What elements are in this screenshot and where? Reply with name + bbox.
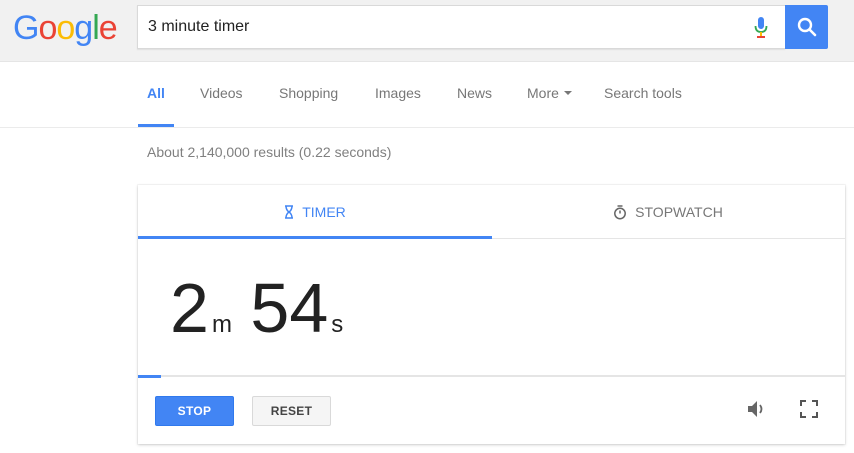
result-stats: About 2,140,000 results (0.22 seconds) xyxy=(147,144,392,160)
active-tab-indicator xyxy=(138,124,174,127)
tab-news[interactable]: News xyxy=(457,85,492,101)
timer-progress-track xyxy=(138,375,845,378)
tab-timer[interactable]: TIMER xyxy=(138,185,492,239)
search-box xyxy=(137,5,785,49)
logo-letter-e: e xyxy=(98,9,118,47)
tab-more-label: More xyxy=(527,85,559,101)
timer-seconds-unit: s xyxy=(331,311,344,338)
timer-card-tabs: TIMER STOPWATCH xyxy=(138,185,845,239)
tab-videos[interactable]: Videos xyxy=(200,85,243,101)
tab-images[interactable]: Images xyxy=(375,85,421,101)
search-button[interactable] xyxy=(785,5,828,49)
magnifier-icon xyxy=(797,17,817,37)
tab-more[interactable]: More xyxy=(527,85,572,101)
logo-letter-o2: o xyxy=(56,9,75,47)
logo-letter-g2: g xyxy=(74,9,93,47)
stop-button[interactable]: STOP xyxy=(155,396,234,426)
search-tools-button[interactable]: Search tools xyxy=(604,85,682,101)
timer-tab-indicator xyxy=(138,236,492,239)
timer-minutes: 2 xyxy=(170,269,209,347)
hourglass-icon xyxy=(285,205,294,219)
timer-display: 2m 54 s xyxy=(170,273,343,343)
search-nav: All Videos Shopping Images News More Sea… xyxy=(0,63,854,128)
speaker-icon[interactable] xyxy=(746,399,768,419)
google-logo[interactable]: Google xyxy=(13,9,118,47)
timer-progress-fill xyxy=(138,375,162,378)
reset-button[interactable]: RESET xyxy=(252,396,331,426)
timer-minutes-unit: m xyxy=(211,311,232,338)
logo-letter-o1: o xyxy=(38,9,57,47)
logo-letter-g: G xyxy=(13,9,39,47)
tab-stopwatch-label: STOPWATCH xyxy=(635,204,723,220)
tab-timer-label: TIMER xyxy=(302,204,346,220)
tab-shopping[interactable]: Shopping xyxy=(279,85,338,101)
timer-card: TIMER STOPWATCH 2m 54 s STOP RESET xyxy=(138,185,845,444)
caret-down-icon xyxy=(563,91,572,96)
search-input[interactable] xyxy=(148,6,738,48)
stopwatch-icon xyxy=(614,204,627,219)
tab-stopwatch[interactable]: STOPWATCH xyxy=(491,185,845,239)
fullscreen-icon[interactable] xyxy=(800,400,818,418)
tab-all[interactable]: All xyxy=(147,85,165,101)
search-header: Google xyxy=(0,0,854,62)
microphone-icon[interactable] xyxy=(754,17,768,39)
timer-seconds: 54 xyxy=(250,269,329,347)
